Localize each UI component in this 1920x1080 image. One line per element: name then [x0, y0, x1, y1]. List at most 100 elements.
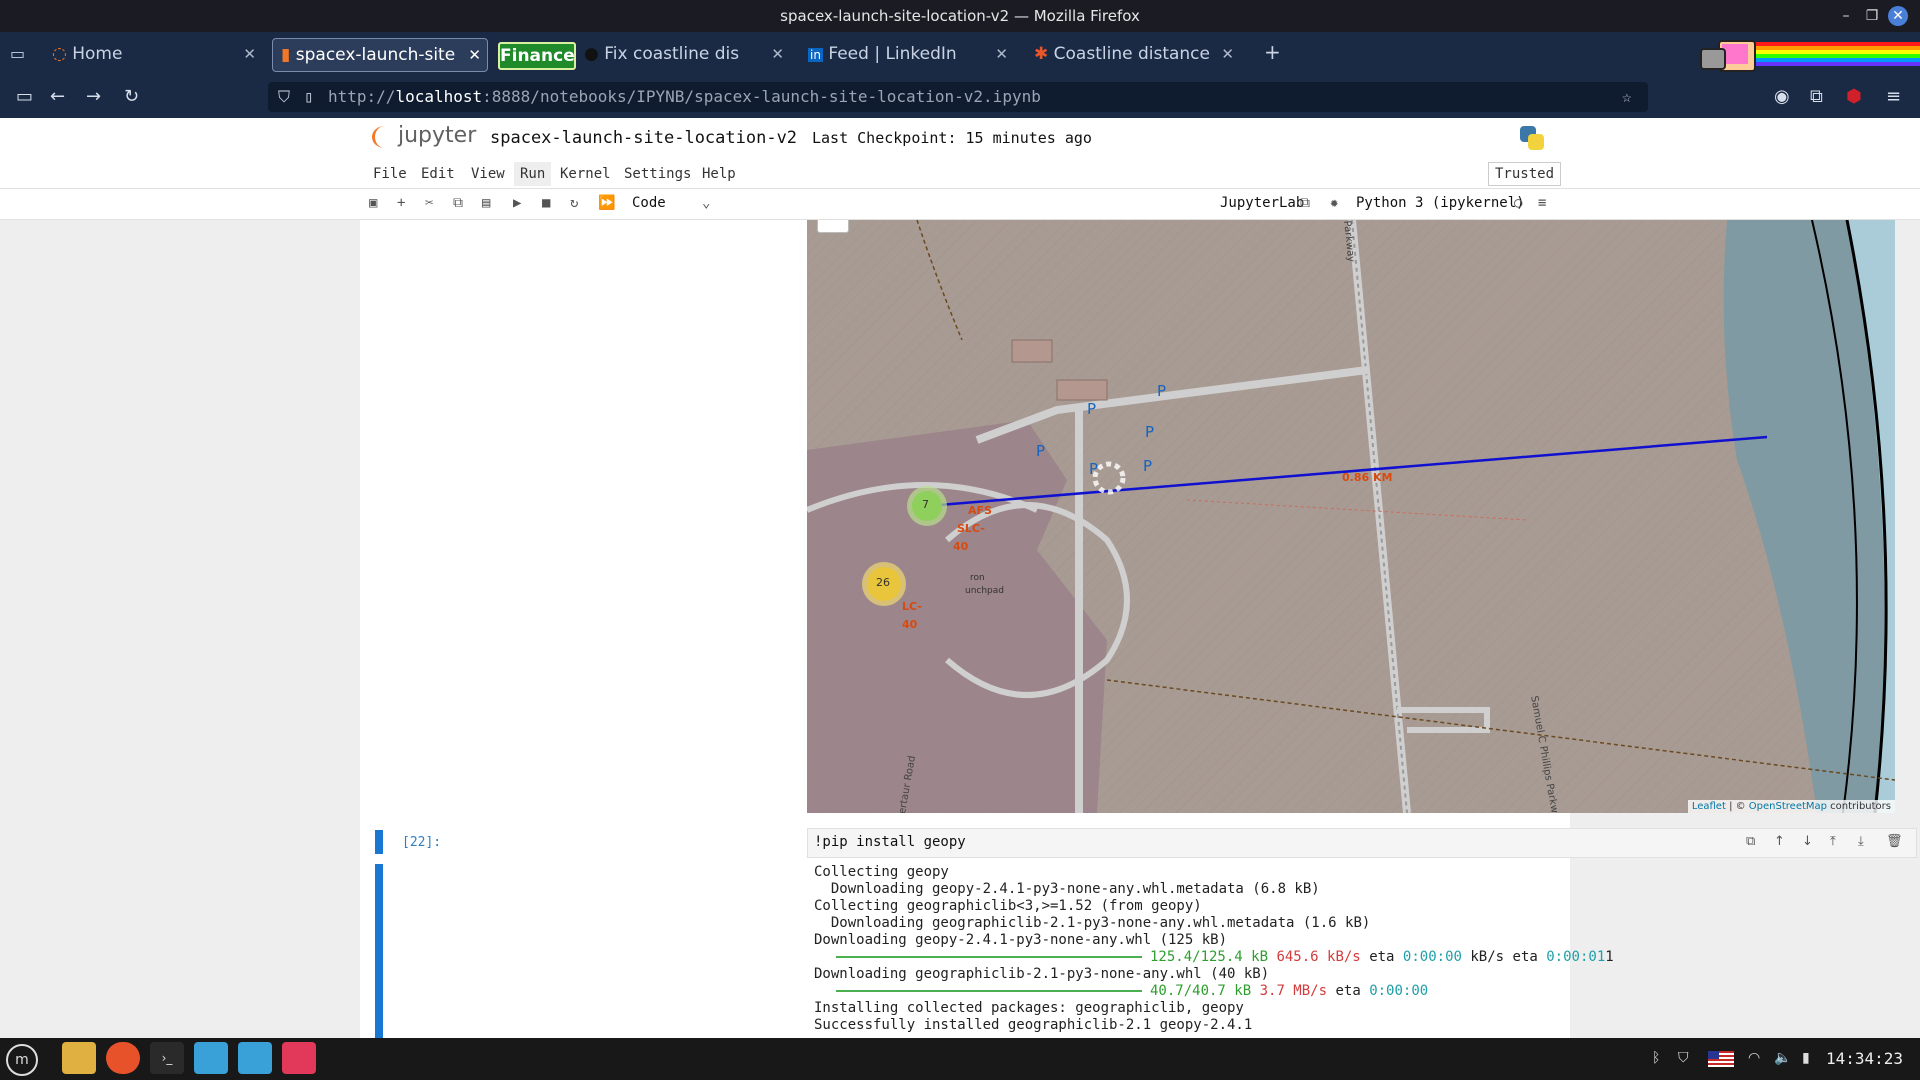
maximize-button[interactable]: ❐ — [1862, 6, 1882, 26]
hamburger-menu-icon[interactable]: ≡ — [1538, 195, 1546, 211]
trusted-indicator[interactable]: Trusted — [1488, 162, 1562, 186]
linkedin-favicon-icon: in — [808, 48, 823, 62]
kernel-name[interactable]: Python 3 (ipykernel) — [1356, 195, 1525, 211]
volume-icon[interactable]: 🔈 — [1774, 1050, 1791, 1066]
tab-label: Fix coastline dis — [604, 44, 740, 64]
menu-kernel[interactable]: Kernel — [560, 166, 611, 182]
forward-button[interactable]: → — [86, 86, 101, 107]
image-viewer-app-icon[interactable] — [282, 1042, 316, 1074]
bluetooth-icon[interactable]: ᛒ — [1652, 1050, 1660, 1066]
jupyter-logo-icon[interactable] — [370, 122, 396, 152]
close-window-button[interactable]: ✕ — [1888, 6, 1908, 26]
progress-bar — [836, 956, 1142, 958]
close-tab-icon[interactable]: ✕ — [243, 38, 256, 70]
debugger-icon[interactable]: ✹ — [1330, 195, 1338, 211]
insert-below-icon[interactable]: ⤓ — [1858, 834, 1864, 849]
cell-type-select[interactable]: Code — [632, 195, 666, 211]
us-flag-icon[interactable] — [1708, 1051, 1734, 1067]
parking-icon: P — [1145, 423, 1155, 441]
ublock-icon[interactable]: ⬢ — [1846, 86, 1862, 107]
jupyter-favicon-icon: ◌ — [52, 44, 67, 64]
leaflet-link[interactable]: Leaflet — [1692, 801, 1726, 812]
cluster-count-26[interactable]: 26 — [876, 576, 890, 589]
move-down-icon[interactable]: ↓ — [1802, 834, 1813, 849]
fast-forward-icon[interactable]: ⏩ — [598, 195, 615, 211]
firefox-app-icon[interactable] — [106, 1042, 140, 1074]
back-button[interactable]: ← — [50, 86, 65, 107]
tab-overview-icon[interactable]: ▭ — [10, 44, 25, 63]
output-line: Collecting geographiclib<3,>=1.52 (from … — [814, 898, 1202, 914]
zoom-control[interactable] — [817, 220, 849, 233]
stop-icon[interactable]: ■ — [542, 195, 550, 211]
account-icon[interactable]: ◉ — [1774, 86, 1790, 107]
parking-icon: P — [1087, 400, 1097, 418]
close-tab-icon[interactable]: ✕ — [995, 38, 1008, 70]
delete-cell-icon[interactable]: 🗑 — [1886, 834, 1903, 849]
close-tab-icon[interactable]: ✕ — [771, 38, 784, 70]
menu-help[interactable]: Help — [702, 166, 736, 182]
chevron-down-icon[interactable]: ⌄ — [702, 195, 710, 211]
menu-settings[interactable]: Settings — [624, 166, 691, 182]
battery-icon[interactable]: ▮ — [1802, 1050, 1810, 1066]
insert-above-icon[interactable]: ⤒ — [1830, 834, 1836, 849]
files-app-icon[interactable] — [62, 1042, 96, 1074]
map-label-lc: LC- — [902, 600, 922, 613]
new-tab-button[interactable]: + — [1264, 40, 1281, 64]
extensions-icon[interactable]: ⧉ — [1810, 86, 1823, 107]
shield-icon[interactable]: ⛉ — [278, 82, 290, 112]
wifi-icon[interactable]: ◠ — [1748, 1050, 1760, 1066]
openstreetmap-link[interactable]: OpenStreetMap — [1749, 801, 1827, 812]
tab-fix-coastline[interactable]: ● Fix coastline dis ✕ — [584, 38, 790, 70]
page-info-icon[interactable]: ▯ — [304, 82, 314, 112]
terminal-app-icon[interactable]: ›_ — [150, 1042, 184, 1074]
menu-view[interactable]: View — [471, 166, 505, 182]
cluster-count-7[interactable]: 7 — [922, 498, 929, 511]
monitor-app-icon[interactable] — [194, 1042, 228, 1074]
folium-map[interactable]: 0.86 KM 7 26 ron unchpad AFS SLC- 40 LC-… — [807, 220, 1895, 813]
tab-finance[interactable]: Finance — [498, 42, 576, 70]
start-menu-icon[interactable]: m — [6, 1044, 38, 1076]
minimize-button[interactable]: – — [1836, 6, 1856, 26]
nyan-cat-theme-decoration — [1700, 36, 1920, 72]
external-link-icon[interactable]: ⧉ — [1300, 195, 1310, 211]
cut-icon[interactable]: ✂ — [425, 195, 433, 211]
tab-linkedin[interactable]: in Feed | LinkedIn ✕ — [808, 38, 1014, 70]
url-text[interactable]: http://localhost:8888/notebooks/IPYNB/sp… — [328, 82, 1041, 112]
monitor-app-icon-2[interactable] — [238, 1042, 272, 1074]
shield-tray-icon[interactable]: ⛉ — [1678, 1050, 1689, 1066]
insert-cell-icon[interactable]: + — [397, 195, 405, 211]
restart-icon[interactable]: ↻ — [570, 195, 578, 211]
jupyterlab-link[interactable]: JupyterLab — [1220, 195, 1304, 211]
menu-icon[interactable]: ≡ — [1886, 86, 1901, 107]
tab-coastline-distance[interactable]: ✱ Coastline distance ✕ — [1034, 38, 1240, 70]
menu-run[interactable]: Run — [514, 162, 552, 186]
code-cell-input[interactable]: !pip install geopy ⧉ ↑ ↓ ⤒ ⤓ 🗑 — [807, 828, 1917, 858]
tab-label: Finance — [500, 46, 575, 66]
parking-icon: P — [1036, 442, 1046, 460]
clock[interactable]: 14:34:23 — [1826, 1049, 1903, 1068]
jupyter-menu-bar: File Edit View Run Kernel Settings Help … — [0, 160, 1920, 189]
output-line: Downloading geopy-2.4.1-py3-none-any.whl… — [814, 932, 1228, 948]
paste-icon[interactable]: ▤ — [482, 195, 490, 211]
url-bar[interactable]: ⛉ ▯ http://localhost:8888/notebooks/IPYN… — [268, 82, 1648, 112]
copy-icon[interactable]: ⧉ — [453, 195, 463, 211]
close-tab-icon[interactable]: ✕ — [1221, 38, 1234, 70]
map-label-slc: SLC- — [957, 522, 985, 535]
notebook-title[interactable]: spacex-launch-site-location-v2 — [490, 128, 797, 148]
menu-file[interactable]: File — [373, 166, 407, 182]
sidebar-toggle-icon[interactable]: ▭ — [16, 86, 33, 107]
close-tab-icon[interactable]: ✕ — [468, 39, 481, 71]
code-source[interactable]: !pip install geopy — [814, 834, 966, 850]
run-icon[interactable]: ▶ — [513, 195, 521, 211]
tab-spacex-launch-site[interactable]: ▮ spacex-launch-site ✕ — [272, 38, 488, 72]
save-icon[interactable]: ▣ — [369, 195, 377, 211]
tab-home[interactable]: ◌ Home ✕ — [52, 38, 262, 70]
reload-button[interactable]: ↻ — [124, 86, 139, 107]
tab-label: Coastline distance — [1053, 44, 1210, 64]
menu-edit[interactable]: Edit — [421, 166, 455, 182]
jupyter-logo-text: jupyter — [398, 123, 477, 148]
duplicate-cell-icon[interactable]: ⧉ — [1746, 834, 1755, 849]
output-line: Collecting geopy — [814, 864, 949, 880]
move-up-icon[interactable]: ↑ — [1774, 834, 1785, 849]
bookmark-star-icon[interactable]: ☆ — [1622, 82, 1632, 112]
